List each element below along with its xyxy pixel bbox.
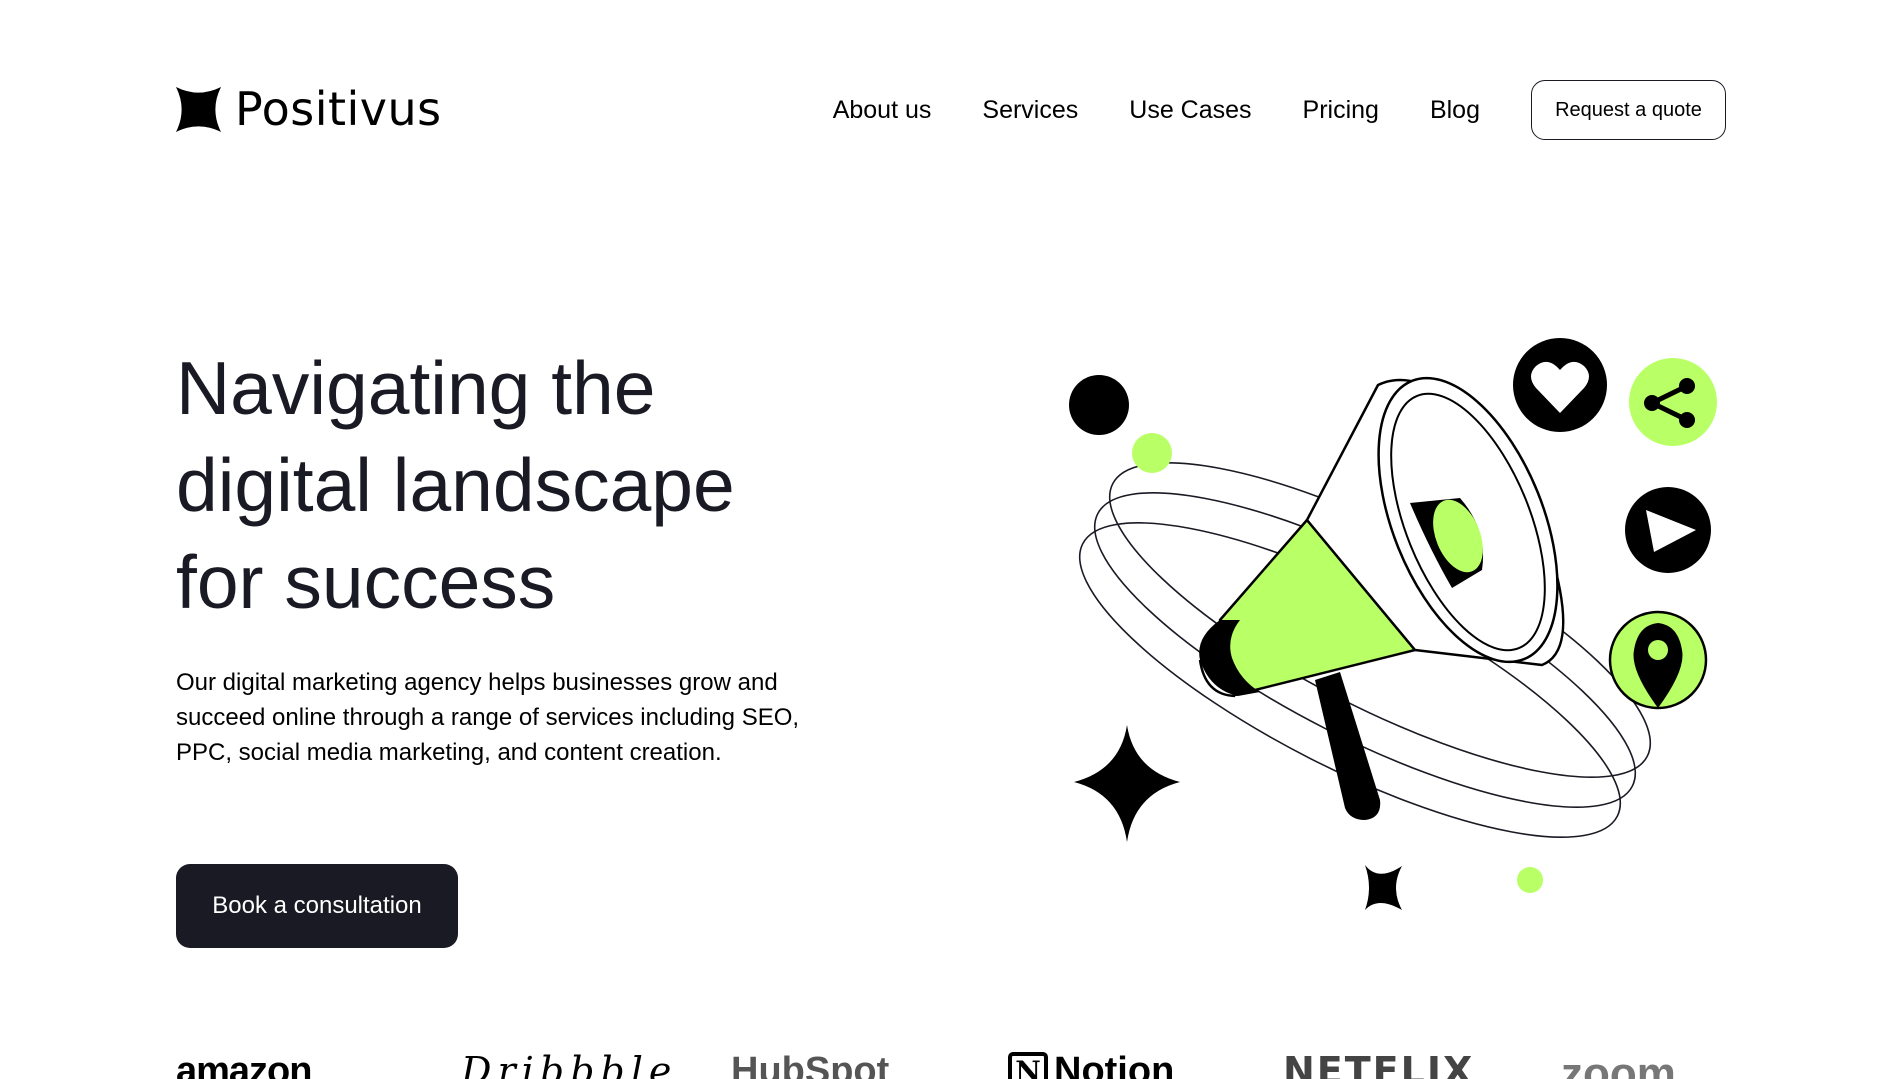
request-quote-button[interactable]: Request a quote [1531, 80, 1726, 140]
location-pin-icon [1608, 610, 1708, 710]
hero-description: Our digital marketing agency helps busin… [176, 669, 800, 766]
main-nav: About us Services Use Cases Pricing Blog… [833, 80, 1726, 140]
nav-services[interactable]: Services [982, 96, 1078, 125]
logo-amazon: amazon [176, 1050, 312, 1079]
logo-text: Positivus [235, 82, 442, 136]
hero-title-line: for success [176, 540, 556, 624]
green-dot [1132, 433, 1172, 473]
share-icon [1629, 358, 1717, 446]
hero-title-line: digital landscape [176, 443, 735, 527]
small-star-icon [1365, 865, 1402, 910]
nav-about-us[interactable]: About us [833, 96, 932, 125]
book-consultation-button[interactable]: Book a consultation [176, 864, 458, 948]
logo-hubspot: HubSpot [731, 1050, 890, 1079]
logo-zoom: zoom [1561, 1049, 1676, 1079]
site-header: Positivus About us Services Use Cases Pr… [176, 80, 1726, 140]
play-icon [1625, 487, 1711, 573]
nav-use-cases[interactable]: Use Cases [1129, 96, 1251, 125]
logo-dribbble: Dribbble [461, 1049, 678, 1079]
logo-netflix: NETFLIX [1283, 1049, 1475, 1079]
green-dot-small [1517, 867, 1543, 893]
black-dot [1069, 375, 1129, 435]
hero-illustration [1069, 338, 1717, 910]
nav-pricing[interactable]: Pricing [1303, 96, 1379, 125]
logo-notion: N Notion [1008, 1052, 1174, 1079]
notion-wordmark: Notion [1054, 1050, 1175, 1079]
hero-title: Navigating the digital landscape for suc… [176, 340, 876, 631]
sparkle-star-icon [1074, 725, 1180, 842]
hero-title-line: Navigating the [176, 346, 656, 430]
logo-star-icon [176, 86, 221, 132]
heart-icon [1513, 338, 1607, 432]
client-logos: amazon Dribbble HubSpot N Notion NETFLIX… [176, 1052, 1726, 1079]
nav-blog[interactable]: Blog [1430, 96, 1480, 125]
notion-mark-icon: N [1008, 1052, 1048, 1079]
brand-logo[interactable]: Positivus [176, 86, 442, 132]
